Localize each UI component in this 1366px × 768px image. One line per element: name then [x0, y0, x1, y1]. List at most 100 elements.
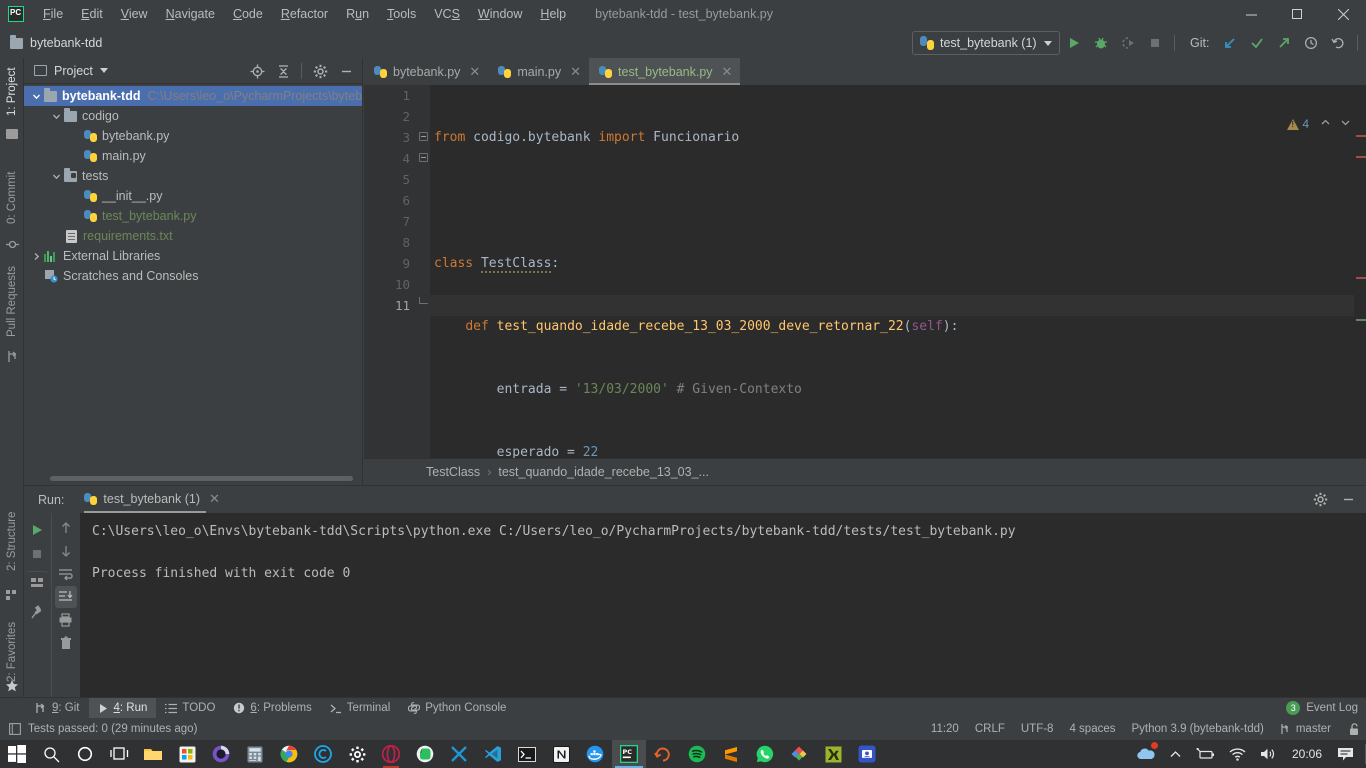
close-tab-icon[interactable]: ✕ [469, 65, 480, 78]
pycharm-icon[interactable]: PC [612, 740, 646, 768]
evernote-icon[interactable] [408, 740, 442, 768]
rollback-icon[interactable] [1326, 31, 1350, 55]
error-stripe-mark[interactable] [1356, 277, 1366, 279]
tree-item-scratches-and-consoles[interactable]: Scratches and Consoles [24, 266, 362, 286]
trash-icon[interactable] [55, 632, 77, 654]
opera-icon[interactable] [374, 740, 408, 768]
commit-icon[interactable] [1245, 31, 1269, 55]
file-encoding[interactable]: UTF-8 [1021, 723, 1054, 735]
tree-item-bytebank-py[interactable]: bytebank.py [24, 126, 362, 146]
sidebar-item-pull-requests[interactable]: Pull Requests [0, 258, 24, 346]
tree-item-test-bytebank-py[interactable]: test_bytebank.py [24, 206, 362, 226]
menu-navigate[interactable]: Navigate [157, 1, 224, 27]
caret-position[interactable]: 11:20 [931, 723, 959, 735]
menu-file[interactable]: FFileile [34, 1, 72, 27]
file-explorer-icon[interactable] [136, 740, 170, 768]
xmind-icon[interactable] [442, 740, 476, 768]
bottom-tab-python-console[interactable]: Python Console [399, 698, 515, 719]
search-icon[interactable] [34, 740, 68, 768]
breadcrumb-method[interactable]: test_quando_idade_recebe_13_03_... [498, 465, 709, 479]
pin-icon[interactable] [26, 601, 48, 623]
run-button[interactable] [1062, 31, 1086, 55]
hide-panel-icon[interactable] [334, 59, 358, 83]
notion-icon[interactable] [544, 740, 578, 768]
bottom-tab-git[interactable]: 9: Git [26, 698, 89, 719]
browser-icon[interactable] [646, 740, 680, 768]
settings-icon[interactable] [340, 740, 374, 768]
chrome-icon[interactable] [272, 740, 306, 768]
close-run-tab-icon[interactable]: ✕ [209, 492, 220, 505]
run-tab-test-bytebank[interactable]: test_bytebank (1) ✕ [84, 492, 220, 513]
lock-icon[interactable] [1347, 722, 1360, 736]
menu-help[interactable]: Help [531, 1, 575, 27]
fold-method-icon[interactable] [419, 153, 428, 162]
menu-vcs[interactable]: VCS [425, 1, 469, 27]
microsoft-store-icon[interactable] [170, 740, 204, 768]
print-icon[interactable] [55, 609, 77, 631]
menu-view[interactable]: View [112, 1, 157, 27]
code-editor[interactable]: 1 2 3 4 5 6 7 8 9 10 11 from codigo.byte… [364, 85, 1366, 768]
vscode-icon[interactable] [476, 740, 510, 768]
tree-item-requirements-txt[interactable]: requirements.txt [24, 226, 362, 246]
menu-code[interactable]: Code [224, 1, 272, 27]
collapse-all-icon[interactable] [271, 59, 295, 83]
settings-gear-icon[interactable] [1308, 488, 1332, 512]
close-icon[interactable] [1320, 0, 1366, 28]
tree-item-init-py[interactable]: __init__.py [24, 186, 362, 206]
tree-item-external-libraries[interactable]: External Libraries [24, 246, 362, 266]
horizontal-scrollbar[interactable] [50, 476, 353, 481]
calculator-icon[interactable] [238, 740, 272, 768]
breadcrumb-class[interactable]: TestClass [426, 465, 480, 479]
command-prompt-icon[interactable] [510, 740, 544, 768]
sidebar-item-commit[interactable]: 0: Commit [0, 162, 24, 234]
menu-run[interactable]: Run [337, 1, 378, 27]
close-tab-icon[interactable]: ✕ [570, 65, 581, 78]
menu-edit[interactable]: Edit [72, 1, 112, 27]
wifi-icon[interactable] [1222, 740, 1253, 768]
event-log-widget[interactable]: 3 Event Log [1286, 701, 1358, 715]
spotify-icon[interactable] [680, 740, 714, 768]
task-view-icon[interactable] [102, 740, 136, 768]
chevron-down-icon[interactable] [30, 90, 43, 103]
tab-bytebank-py[interactable]: bytebank.py ✕ [364, 58, 488, 85]
bottom-tab-problems[interactable]: 6: Problems [224, 698, 320, 719]
breadcrumb[interactable]: bytebank-tdd [30, 36, 102, 50]
tree-item-main-py[interactable]: main.py [24, 146, 362, 166]
chevron-down-icon[interactable] [1339, 116, 1352, 132]
onedrive-icon[interactable] [1128, 740, 1162, 768]
minimize-icon[interactable] [1228, 0, 1274, 28]
indent-setting[interactable]: 4 spaces [1069, 723, 1115, 735]
menu-refactor[interactable]: Refactor [272, 1, 337, 27]
chevron-right-icon[interactable] [30, 250, 43, 263]
tab-test-bytebank-py[interactable]: test_bytebank.py ✕ [589, 58, 741, 85]
code-text[interactable]: from codigo.bytebank import Funcionario … [430, 85, 1366, 768]
bottom-tab-terminal[interactable]: Terminal [321, 698, 399, 719]
hide-panel-icon[interactable] [1336, 488, 1360, 512]
error-stripe-mark[interactable] [1356, 319, 1366, 321]
drive-icon[interactable] [782, 740, 816, 768]
history-icon[interactable] [1299, 31, 1323, 55]
menu-tools[interactable]: Tools [378, 1, 425, 27]
tree-item-tests[interactable]: tests [24, 166, 362, 186]
sidebar-item-project[interactable]: 1: Project [0, 60, 24, 124]
docker-icon[interactable] [578, 740, 612, 768]
fold-class-icon[interactable] [419, 132, 428, 141]
menu-window[interactable]: Window [469, 1, 531, 27]
debug-button[interactable] [1089, 31, 1113, 55]
down-arrow-icon[interactable] [55, 540, 77, 562]
rerun-icon[interactable] [26, 519, 48, 541]
run-configuration-selector[interactable]: test_bytebank (1) [912, 31, 1060, 55]
notifications-icon[interactable] [1330, 740, 1361, 768]
bottom-tab-todo[interactable]: TODO [156, 698, 224, 719]
show-hidden-icons-icon[interactable] [1162, 740, 1189, 768]
chevron-down-icon[interactable] [99, 68, 108, 73]
battery-icon[interactable] [1189, 740, 1222, 768]
update-project-icon[interactable] [1218, 31, 1242, 55]
whatsapp-icon[interactable] [748, 740, 782, 768]
run-console-output[interactable]: C:\Users\leo_o\Envs\bytebank-tdd\Scripts… [80, 513, 1366, 698]
chevron-up-icon[interactable] [1319, 116, 1332, 132]
bottom-tab-run[interactable]: 4: Run [88, 697, 157, 719]
tab-main-py[interactable]: main.py ✕ [488, 58, 589, 85]
start-button[interactable] [0, 740, 34, 768]
soft-wrap-icon[interactable] [55, 563, 77, 585]
